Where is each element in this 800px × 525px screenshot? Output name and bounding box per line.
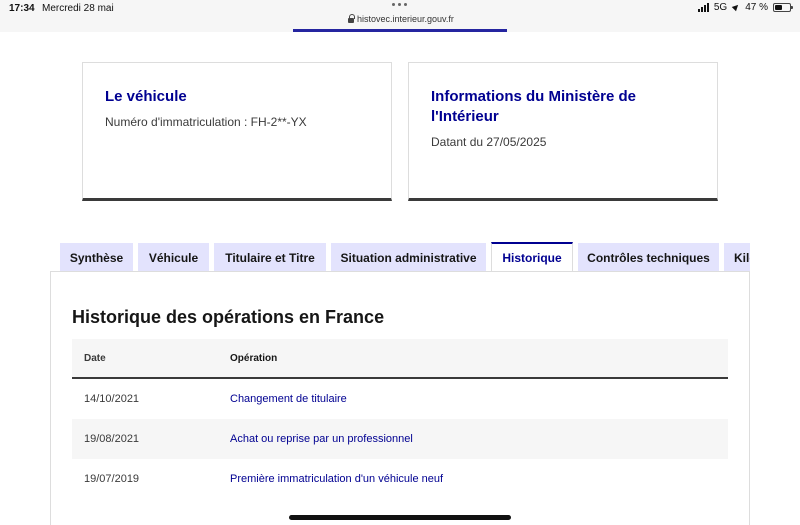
- column-header-operation: Opération: [230, 352, 278, 364]
- tab-titulaire-titre[interactable]: Titulaire et Titre: [214, 243, 326, 272]
- lock-icon: [348, 13, 355, 24]
- address-url: histovec.interieur.gouv.fr: [357, 14, 454, 24]
- vehicle-card: Le véhicule Numéro d'immatriculation : F…: [82, 62, 392, 201]
- status-time: 17:34: [9, 3, 35, 14]
- status-date: Mercredi 28 mai: [42, 3, 114, 14]
- row-date: 19/07/2019: [84, 473, 140, 485]
- table-row: 19/07/2019 Première immatriculation d'un…: [72, 459, 728, 499]
- status-bar: 17:34 Mercredi 28 mai histovec.interieur…: [0, 0, 800, 32]
- home-indicator[interactable]: [289, 515, 511, 520]
- row-operation: Achat ou reprise par un professionnel: [230, 433, 413, 445]
- tab-kilometrage[interactable]: Kilométrage: [724, 243, 750, 272]
- tab-controles-techniques[interactable]: Contrôles techniques: [578, 243, 719, 272]
- row-operation: Changement de titulaire: [230, 393, 347, 405]
- status-indicators: 5G 47 %: [697, 2, 793, 13]
- history-table: Date Opération 14/10/2021 Changement de …: [72, 339, 728, 499]
- row-operation: Première immatriculation d'un véhicule n…: [230, 473, 444, 485]
- table-row: 14/10/2021 Changement de titulaire: [72, 379, 728, 419]
- tab-vehicule[interactable]: Véhicule: [138, 243, 209, 272]
- ministry-date-text: Datant du 27/05/2025: [431, 135, 547, 149]
- location-icon: [732, 4, 740, 12]
- column-header-date: Date: [84, 352, 106, 364]
- history-table-header: Date Opération: [72, 339, 728, 379]
- vehicle-card-title: Le véhicule: [105, 88, 187, 105]
- plate-number-text: Numéro d'immatriculation : FH-2**-YX: [105, 115, 307, 129]
- network-label: 5G: [713, 2, 728, 13]
- history-title: Historique des opérations en France: [72, 307, 385, 327]
- signal-icon: [697, 3, 709, 12]
- multitasking-dots-icon[interactable]: [392, 3, 408, 7]
- ministry-card-title: Informations du Ministère de l'Intérieur: [431, 88, 637, 125]
- report-tabs: Synthèse Véhicule Titulaire et Titre Sit…: [60, 242, 750, 272]
- row-date: 14/10/2021: [84, 393, 140, 405]
- row-date: 19/08/2021: [84, 433, 140, 445]
- table-row: 19/08/2021 Achat ou reprise par un profe…: [72, 419, 728, 459]
- tab-situation-administrative[interactable]: Situation administrative: [331, 243, 486, 272]
- address-bar-underline: [293, 29, 507, 32]
- battery-level-fill: [775, 5, 782, 10]
- tab-synthese[interactable]: Synthèse: [60, 243, 133, 272]
- address-bar[interactable]: histovec.interieur.gouv.fr: [348, 12, 454, 26]
- ministry-card: Informations du Ministère de l'Intérieur…: [408, 62, 718, 201]
- battery-label: 47 %: [745, 2, 768, 13]
- battery-icon: [773, 3, 793, 12]
- tab-historique[interactable]: Historique: [491, 242, 573, 272]
